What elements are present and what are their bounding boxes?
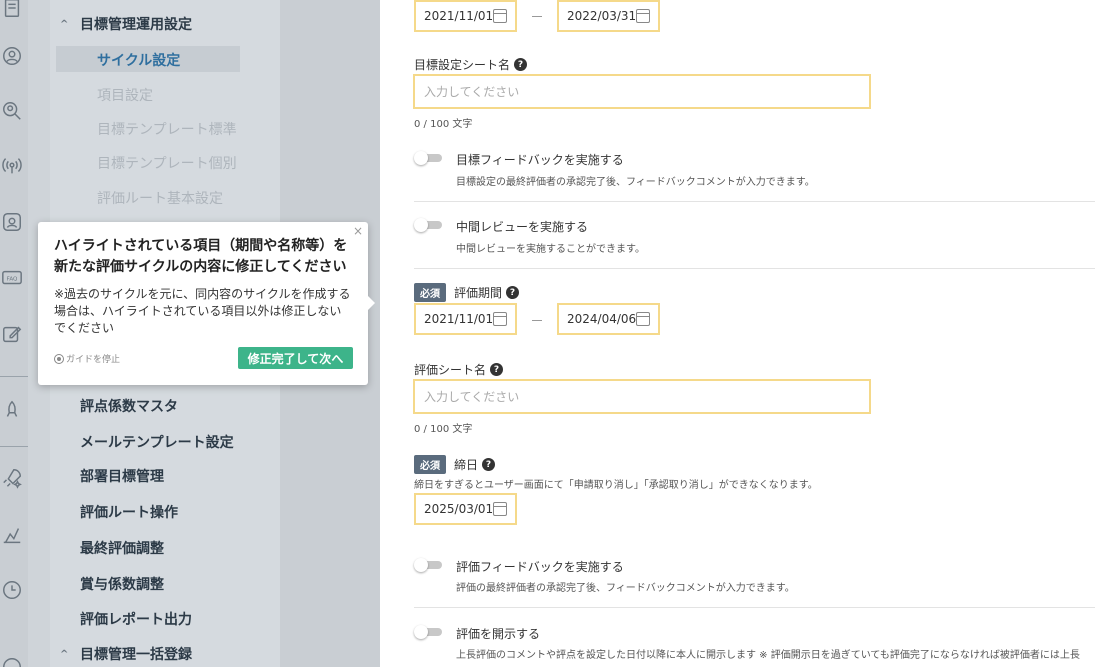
- help-icon[interactable]: ?: [482, 458, 496, 471]
- mid-review-toggle[interactable]: [414, 218, 442, 232]
- deadline-date-input[interactable]: 2025/03/01: [414, 493, 517, 525]
- sidebar-group-goal-settings[interactable]: ^ 目標管理運用設定: [60, 14, 192, 34]
- sidebar-group-label: 目標管理運用設定: [80, 17, 192, 33]
- search-user-icon[interactable]: [0, 99, 24, 123]
- date-range-separator: [532, 320, 542, 321]
- mid-review-desc: 中間レビューを実施することができます。: [456, 244, 645, 255]
- rocket-star-icon[interactable]: [0, 466, 24, 490]
- label-text: 評価シート名: [414, 363, 487, 377]
- sidebar-item-mail-template[interactable]: メールテンプレート設定: [80, 432, 234, 452]
- eval-disclose-title: 評価を開示する: [456, 627, 541, 641]
- eval-period-end-input[interactable]: 2024/04/06: [557, 303, 660, 335]
- goal-sheet-name-input[interactable]: [413, 74, 871, 109]
- goal-sheet-name-counter: 0 / 100 文字: [414, 119, 473, 130]
- sidebar-item-score-coefficient[interactable]: 評点係数マスタ: [80, 396, 178, 416]
- rail-divider: [0, 376, 28, 377]
- sidebar-item-template-standard[interactable]: 目標テンプレート標準: [97, 119, 237, 139]
- sidebar-group-label: 目標管理一括登録: [80, 647, 192, 663]
- circle-icon[interactable]: [0, 655, 24, 667]
- date-value: 2022/03/31: [567, 9, 637, 23]
- sidebar-item-route-operation[interactable]: 評価ルート操作: [80, 502, 178, 522]
- help-icon[interactable]: ?: [490, 363, 504, 376]
- eval-sheet-name-label: 評価シート名?: [414, 361, 504, 378]
- date-value: 2021/11/01: [424, 9, 494, 23]
- rocket-icon[interactable]: [0, 398, 24, 422]
- calendar-icon[interactable]: [636, 312, 650, 326]
- help-icon[interactable]: ?: [514, 58, 528, 71]
- eval-feedback-toggle[interactable]: [414, 558, 442, 572]
- toggle-knob: [414, 151, 428, 165]
- sidebar-item-final-adjustment[interactable]: 最終評価調整: [80, 538, 164, 558]
- required-badge: 必須: [414, 283, 446, 302]
- section-divider: [414, 607, 1095, 608]
- goal-feedback-toggle[interactable]: [414, 151, 442, 165]
- calendar-icon[interactable]: [493, 312, 507, 326]
- profile-icon[interactable]: [0, 210, 24, 234]
- chart-icon[interactable]: [0, 523, 24, 547]
- date-range-separator: [532, 16, 542, 17]
- broadcast-icon[interactable]: [0, 154, 24, 178]
- eval-period-start-input[interactable]: 2021/11/01: [414, 303, 517, 335]
- document-icon[interactable]: [0, 0, 24, 20]
- sidebar-item-cycle-settings[interactable]: サイクル設定: [97, 50, 180, 70]
- eval-feedback-title: 評価フィードバックを実施する: [456, 560, 624, 574]
- sidebar-item-item-settings[interactable]: 項目設定: [97, 85, 153, 105]
- eval-sheet-name-input[interactable]: [413, 379, 871, 414]
- sidebar-item-bonus-adjustment[interactable]: 賞与係数調整: [80, 574, 164, 594]
- toggle-knob: [414, 218, 428, 232]
- date-value: 2021/11/01: [424, 312, 494, 326]
- eval-disclose-desc: 上長評価のコメントや評点を設定した日付以降に本人に開示します ※ 評価開示日を過…: [456, 650, 1080, 661]
- label-text: 目標設定シート名: [414, 58, 511, 72]
- sidebar-item-template-individual[interactable]: 目標テンプレート個別: [97, 153, 237, 173]
- calendar-icon[interactable]: [493, 502, 507, 516]
- section-divider: [414, 268, 1095, 269]
- eval-feedback-desc: 評価の最終評価者の承認完了後、フィードバックコメントが入力できます。: [456, 583, 795, 594]
- calendar-icon[interactable]: [493, 9, 507, 23]
- deadline-desc: 締日をすぎるとユーザー画面にて「申請取り消し」「承認取り消し」ができなくなります…: [414, 480, 818, 491]
- required-badge: 必須: [414, 455, 446, 474]
- sidebar-item-department-goals[interactable]: 部署目標管理: [80, 466, 164, 486]
- label-text: 締日: [454, 458, 479, 472]
- edit-icon[interactable]: [0, 322, 24, 346]
- goal-feedback-desc: 目標設定の最終評価者の承認完了後、フィードバックコメントが入力できます。: [456, 177, 815, 188]
- toggle-knob: [414, 558, 428, 572]
- rail-divider: [0, 446, 28, 447]
- label-text: 評価期間: [454, 286, 503, 300]
- stop-guide-label: ガイドを停止: [66, 355, 121, 365]
- stop-guide-link[interactable]: ガイドを停止: [54, 352, 120, 365]
- chevron-up-icon: ^: [60, 648, 69, 660]
- guide-tooltip: × ハイライトされている項目（期間や名称等）を新たな評価サイクルの内容に修正して…: [38, 222, 375, 385]
- faq-icon[interactable]: FAQ: [0, 266, 24, 290]
- toggle-knob: [414, 625, 428, 639]
- section-divider: [414, 201, 1095, 202]
- tooltip-body: ※過去のサイクルを元に、同内容のサイクルを作成する場合は、ハイライトされている項…: [54, 287, 351, 335]
- goal-sheet-name-label: 目標設定シート名?: [414, 56, 528, 73]
- goal-period-start-input[interactable]: 2021/11/01: [414, 0, 517, 32]
- deadline-label: 必須 締日?: [414, 455, 496, 474]
- tooltip-title: ハイライトされている項目（期間や名称等）を新たな評価サイクルの内容に修正してくだ…: [54, 238, 348, 275]
- eval-sheet-name-counter: 0 / 100 文字: [414, 424, 473, 435]
- stop-icon: [54, 353, 64, 364]
- close-icon[interactable]: ×: [353, 224, 363, 238]
- next-button[interactable]: 修正完了して次へ: [238, 347, 353, 369]
- clock-icon[interactable]: [0, 578, 24, 602]
- goal-feedback-title: 目標フィードバックを実施する: [456, 153, 624, 167]
- date-value: 2025/03/01: [424, 502, 494, 516]
- chevron-up-icon: ^: [60, 18, 69, 30]
- user-icon[interactable]: [0, 44, 24, 68]
- goal-period-end-input[interactable]: 2022/03/31: [557, 0, 660, 32]
- calendar-icon[interactable]: [636, 9, 650, 23]
- eval-disclose-toggle[interactable]: [414, 625, 442, 639]
- sidebar-item-report-output[interactable]: 評価レポート出力: [80, 609, 192, 629]
- eval-period-label: 必須 評価期間?: [414, 283, 520, 302]
- svg-text:FAQ: FAQ: [7, 276, 18, 282]
- sidebar-item-route-settings[interactable]: 評価ルート基本設定: [97, 188, 223, 208]
- help-icon[interactable]: ?: [506, 286, 520, 299]
- sidebar-group-bulk-register[interactable]: ^ 目標管理一括登録: [60, 644, 192, 664]
- mid-review-title: 中間レビューを実施する: [456, 220, 589, 234]
- date-value: 2024/04/06: [567, 312, 637, 326]
